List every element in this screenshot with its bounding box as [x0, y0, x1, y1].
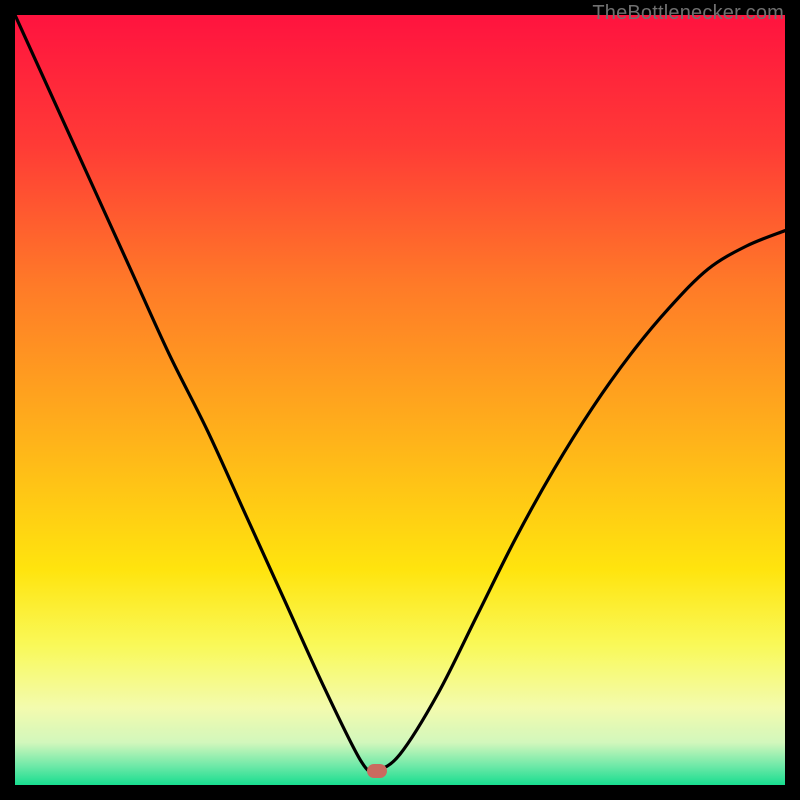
attribution-text: TheBottlenecker.com: [592, 2, 784, 25]
chart-stage: TheBottlenecker.com: [0, 0, 800, 800]
bottleneck-curve: [15, 15, 785, 785]
optimal-point-marker: [367, 764, 387, 778]
plot-area: [15, 15, 785, 785]
